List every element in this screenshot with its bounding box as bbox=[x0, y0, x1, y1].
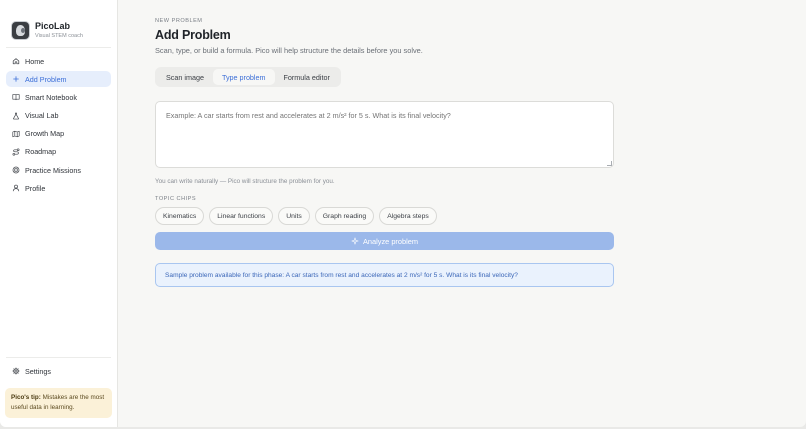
route-icon bbox=[12, 148, 20, 156]
input-mode-tabs: Scan image Type problem Formula editor bbox=[155, 67, 341, 87]
gear-icon bbox=[12, 367, 20, 375]
brand-name: PicoLab bbox=[35, 20, 71, 31]
sidebar-item-label: Add Problem bbox=[25, 74, 67, 84]
sidebar-item-practice-missions[interactable]: Practice Missions bbox=[6, 162, 111, 178]
user-icon bbox=[12, 184, 20, 192]
sample-problem-text: Sample problem available for this phase:… bbox=[165, 271, 518, 279]
sidebar-item-settings[interactable]: Settings bbox=[6, 363, 111, 379]
sidebar-nav: Home Add Problem Smart Notebook Visual L… bbox=[0, 48, 117, 199]
brand-tagline: Visual STEM coach bbox=[35, 32, 83, 39]
sidebar: PicoLab Visual STEM coach Home Add Probl… bbox=[0, 0, 118, 427]
analyze-label: Analyze problem bbox=[362, 236, 419, 246]
page-title: Add Problem bbox=[155, 28, 231, 42]
sidebar-item-label: Profile bbox=[25, 183, 46, 193]
page-subtitle: Scan, type, or build a formula. Pico wil… bbox=[155, 46, 423, 55]
chip-linear-functions[interactable]: Linear functions bbox=[209, 207, 274, 225]
chip-algebra-steps[interactable]: Algebra steps bbox=[379, 207, 437, 225]
helper-text: You can write naturally — Pico will stru… bbox=[155, 178, 335, 185]
sidebar-item-growth-map[interactable]: Growth Map bbox=[6, 126, 111, 142]
plus-icon bbox=[12, 75, 20, 83]
sidebar-footer: Settings Pico's tip: Mistakes are the mo… bbox=[0, 357, 117, 427]
target-icon bbox=[12, 166, 20, 174]
sidebar-item-label: Home bbox=[25, 56, 45, 66]
sidebar-item-home[interactable]: Home bbox=[6, 53, 111, 69]
page-eyebrow: NEW PROBLEM bbox=[155, 18, 203, 24]
brand[interactable]: PicoLab Visual STEM coach bbox=[0, 0, 117, 47]
sidebar-item-label: Visual Lab bbox=[25, 111, 59, 121]
sidebar-item-profile[interactable]: Profile bbox=[6, 180, 111, 196]
chip-graph-reading[interactable]: Graph reading bbox=[314, 207, 375, 225]
sidebar-item-label: Smart Notebook bbox=[25, 92, 77, 102]
chips-label: TOPIC CHIPS bbox=[155, 196, 197, 202]
sidebar-item-roadmap[interactable]: Roadmap bbox=[6, 144, 111, 160]
sidebar-item-smart-notebook[interactable]: Smart Notebook bbox=[6, 89, 111, 105]
sidebar-item-label: Practice Missions bbox=[25, 165, 81, 175]
tip-title: Pico's tip: bbox=[11, 394, 41, 401]
logo-avatar bbox=[11, 20, 30, 40]
main-content: NEW PROBLEM Add Problem Scan, type, or b… bbox=[118, 0, 806, 427]
analyze-problem-button[interactable]: Analyze problem bbox=[155, 232, 614, 250]
sidebar-item-label: Growth Map bbox=[25, 129, 65, 139]
sidebar-item-label: Roadmap bbox=[25, 147, 57, 157]
problem-input[interactable] bbox=[155, 101, 614, 168]
sample-problem-banner[interactable]: Sample problem available for this phase:… bbox=[155, 263, 614, 287]
resize-handle[interactable] bbox=[607, 161, 612, 166]
tab-type-problem[interactable]: Type problem bbox=[212, 69, 275, 85]
book-icon bbox=[12, 93, 20, 101]
chip-units[interactable]: Units bbox=[278, 207, 310, 225]
tab-scan-image[interactable]: Scan image bbox=[157, 69, 213, 85]
sparkle-icon bbox=[351, 237, 363, 245]
topic-chips: Kinematics Linear functions Units Graph … bbox=[155, 207, 614, 225]
flask-icon bbox=[12, 112, 20, 120]
tab-formula-editor[interactable]: Formula editor bbox=[275, 69, 339, 85]
sidebar-divider bbox=[6, 357, 111, 358]
app-window: PicoLab Visual STEM coach Home Add Probl… bbox=[0, 0, 806, 427]
settings-label: Settings bbox=[25, 366, 51, 376]
chip-kinematics[interactable]: Kinematics bbox=[155, 207, 205, 225]
tip-card: Pico's tip: Mistakes are the most useful… bbox=[5, 388, 112, 418]
home-icon bbox=[12, 57, 20, 65]
sidebar-item-visual-lab[interactable]: Visual Lab bbox=[6, 108, 111, 124]
map-icon bbox=[12, 130, 20, 138]
sidebar-item-add-problem[interactable]: Add Problem bbox=[6, 71, 111, 88]
